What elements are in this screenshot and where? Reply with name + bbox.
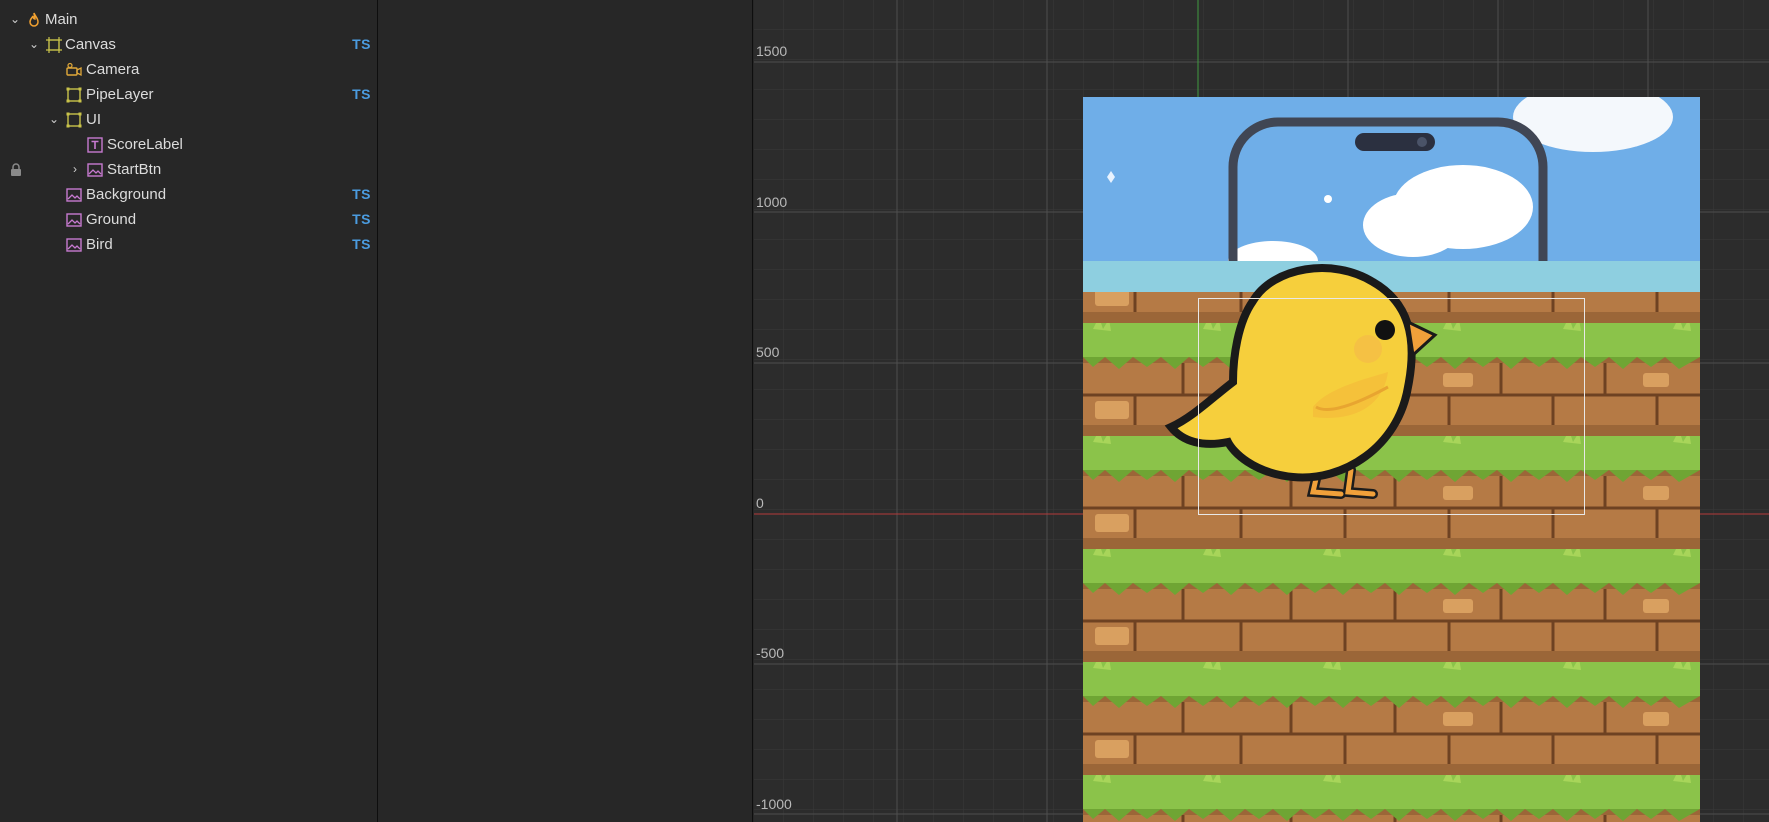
text-label-icon — [87, 137, 103, 153]
tree-node-canvas[interactable]: ⌄ Canvas TS — [0, 32, 377, 57]
tree-node-ground[interactable]: Ground TS — [0, 207, 377, 232]
tree-node-label: Main — [45, 11, 78, 28]
tree-node-label: Background — [86, 186, 167, 203]
tree-node-ui[interactable]: ⌄ UI — [0, 107, 377, 132]
scene-fire-icon — [29, 12, 39, 27]
hierarchy-panel: ⌄ Main ⌄ Canvas TS Camera PipeLayer TS ⌄… — [0, 0, 378, 822]
tree-node-camera[interactable]: Camera — [0, 57, 377, 82]
y-axis-tick-label: -1000 — [756, 796, 792, 812]
tree-node-label: PipeLayer — [86, 86, 154, 103]
tree-node-label: UI — [86, 111, 101, 128]
node-frame-icon — [66, 112, 82, 128]
expand-chevron-icon[interactable]: ⌄ — [27, 32, 41, 57]
tree-node-scorelabel[interactable]: ScoreLabel — [0, 132, 377, 157]
tree-node-background[interactable]: Background TS — [0, 182, 377, 207]
canvas-node-icon — [46, 37, 62, 53]
sprite-image-icon — [66, 238, 82, 252]
game-canvas-preview[interactable] — [1083, 97, 1700, 822]
expand-chevron-icon[interactable]: ⌄ — [47, 107, 61, 132]
tree-node-label: StartBtn — [107, 161, 162, 178]
camera-icon — [66, 62, 82, 77]
sprite-image-icon — [87, 163, 103, 177]
scene-viewport[interactable]: 1500 1000 500 0 -500 -1000 — [754, 0, 1769, 822]
tree-node-label: Canvas — [65, 36, 116, 53]
y-axis-tick-label: 1500 — [756, 43, 788, 59]
tree-node-pipelayer[interactable]: PipeLayer TS — [0, 82, 377, 107]
lock-icon[interactable] — [10, 163, 22, 177]
collapse-chevron-icon[interactable]: › — [68, 157, 82, 182]
empty-inspector-panel — [379, 0, 753, 822]
typescript-badge: TS — [352, 211, 371, 227]
tree-node-label: Camera — [86, 61, 140, 78]
y-axis-tick-label: 0 — [756, 495, 764, 511]
expand-chevron-icon[interactable]: ⌄ — [8, 7, 22, 32]
tree-node-label: Bird — [86, 236, 113, 253]
typescript-badge: TS — [352, 36, 371, 52]
sprite-image-icon — [66, 188, 82, 202]
typescript-badge: TS — [352, 236, 371, 252]
tree-node-startbtn[interactable]: › StartBtn — [0, 157, 377, 182]
y-axis-tick-label: 500 — [756, 344, 780, 360]
y-axis-tick-label: 1000 — [756, 194, 788, 210]
tree-node-label: ScoreLabel — [107, 136, 183, 153]
typescript-badge: TS — [352, 86, 371, 102]
tree-node-main[interactable]: ⌄ Main — [0, 7, 377, 32]
typescript-badge: TS — [352, 186, 371, 202]
tree-node-bird[interactable]: Bird TS — [0, 232, 377, 257]
y-axis-tick-label: -500 — [756, 645, 785, 661]
node-frame-icon — [66, 87, 82, 103]
sprite-image-icon — [66, 213, 82, 227]
tree-node-label: Ground — [86, 211, 137, 228]
